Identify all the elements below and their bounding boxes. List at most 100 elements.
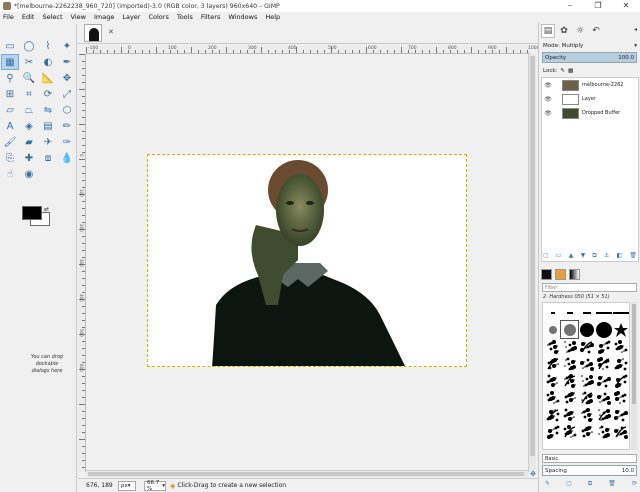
brush-preset[interactable]	[561, 372, 578, 389]
brush-grid[interactable]	[542, 302, 630, 450]
new-brush-icon[interactable]: ▢	[566, 480, 572, 488]
brush-preset[interactable]	[544, 338, 561, 355]
bucket-fill-icon[interactable]: ◈	[20, 118, 38, 134]
dodge-burn-icon[interactable]: ◉	[20, 166, 38, 182]
shear-icon[interactable]: ▱	[1, 102, 19, 118]
brush-preset[interactable]	[561, 355, 578, 372]
edit-brush-icon[interactable]: ✎	[545, 480, 550, 488]
zoom-select[interactable]: 66.7 % ▾	[144, 480, 166, 492]
opacity-value[interactable]: 100.0	[618, 55, 634, 61]
menu-select[interactable]: Select	[42, 13, 62, 21]
brush-preset[interactable]	[544, 321, 561, 338]
menu-windows[interactable]: Windows	[228, 13, 257, 21]
perspective-clone-icon[interactable]: ⧈	[39, 150, 57, 166]
cage-icon[interactable]: ⬡	[58, 102, 76, 118]
clone-icon[interactable]: ⎘	[1, 150, 19, 166]
layers-tab-icon[interactable]: ▤	[541, 24, 555, 38]
scissors-select-icon[interactable]: ✂	[20, 54, 38, 70]
paintbrush-icon[interactable]: 🖌	[1, 134, 19, 150]
color-picker-icon[interactable]: ⚲	[1, 70, 19, 86]
brush-preset[interactable]	[612, 321, 629, 338]
menu-colors[interactable]: Colors	[148, 13, 168, 21]
brush-preset[interactable]	[595, 304, 612, 321]
new-layer-icon[interactable]: ▢	[543, 252, 549, 260]
opacity-slider[interactable]: Opacity 100.0	[542, 52, 637, 63]
brush-preset[interactable]	[578, 338, 595, 355]
navigate-icon[interactable]: ✥	[528, 470, 538, 478]
move-icon[interactable]: ✥	[58, 70, 76, 86]
lock-alpha-icon[interactable]: ▩	[568, 68, 573, 74]
brush-preset[interactable]	[561, 338, 578, 355]
align-icon[interactable]: ⊞	[1, 86, 19, 102]
menu-view[interactable]: View	[71, 13, 86, 21]
brush-preset[interactable]	[560, 320, 579, 339]
brush-preset[interactable]	[578, 355, 595, 372]
close-button[interactable]: ✕	[612, 0, 640, 12]
lower-layer-icon[interactable]: ▼	[581, 252, 586, 260]
visibility-eye-icon[interactable]: 👁	[542, 110, 554, 117]
layer-name[interactable]: Layer	[582, 96, 596, 102]
image-tab-thumbnail[interactable]	[84, 24, 102, 42]
brush-preset[interactable]	[578, 321, 595, 338]
brush-preset[interactable]	[561, 423, 578, 440]
duplicate-brush-icon[interactable]: ⧉	[588, 480, 592, 488]
patterns-tab-icon[interactable]	[555, 268, 566, 280]
brush-preset[interactable]	[578, 423, 595, 440]
flip-icon[interactable]: ⇋	[39, 102, 57, 118]
layer-name[interactable]: Dropped Buffer	[582, 110, 620, 116]
blend-icon[interactable]: ▤	[39, 118, 57, 134]
rect-select-icon[interactable]: ▭	[1, 38, 19, 54]
swap-colors-icon[interactable]: ⇄	[44, 206, 49, 213]
brush-preset[interactable]	[612, 423, 629, 440]
layer-mask-icon[interactable]: ◧	[617, 252, 623, 260]
horizontal-ruler[interactable]: -100 0 100 200 300 400 500 600 700 800 900 1000	[86, 46, 539, 54]
vertical-scroll-thumb[interactable]	[530, 56, 535, 456]
perspective-icon[interactable]: ⏢	[20, 102, 38, 118]
maximize-button[interactable]: ❐	[584, 0, 612, 12]
canvas-area[interactable]	[87, 55, 528, 471]
brush-filter-input[interactable]: Filter	[542, 283, 637, 292]
brush-preset[interactable]	[595, 372, 612, 389]
refresh-brushes-icon[interactable]: ⟳	[632, 480, 637, 488]
brush-preset[interactable]	[578, 372, 595, 389]
brush-preset[interactable]	[544, 355, 561, 372]
undo-history-tab-icon[interactable]: ↶	[589, 24, 603, 38]
layer-row[interactable]: 👁 Dropped Buffer	[542, 106, 638, 120]
brush-preset[interactable]	[612, 355, 629, 372]
layer-name[interactable]: melbourne-2262	[582, 82, 623, 88]
brush-preset[interactable]	[544, 406, 561, 423]
brush-preset[interactable]	[595, 321, 612, 338]
rotate-icon[interactable]: ⟳	[39, 86, 57, 102]
gradients-tab-icon[interactable]	[569, 268, 580, 280]
minimize-button[interactable]: –	[556, 0, 584, 12]
duplicate-layer-icon[interactable]: ⧉	[592, 252, 596, 260]
menu-file[interactable]: File	[3, 13, 14, 21]
vertical-scrollbar[interactable]	[528, 54, 536, 472]
brush-preset[interactable]	[612, 406, 629, 423]
menu-tools[interactable]: Tools	[177, 13, 193, 21]
channels-tab-icon[interactable]: ✿	[557, 24, 571, 38]
scale-icon[interactable]: ⤢	[58, 86, 76, 102]
horizontal-scroll-thumb[interactable]	[88, 472, 524, 476]
crop-icon[interactable]: ⌗	[20, 86, 38, 102]
heal-icon[interactable]: ✚	[20, 150, 38, 166]
brush-preset[interactable]	[544, 423, 561, 440]
free-select-icon[interactable]: ⌇	[39, 38, 57, 54]
fuzzy-select-icon[interactable]: ✦	[58, 38, 76, 54]
anchor-layer-icon[interactable]: ⚓	[604, 252, 609, 260]
spacing-value[interactable]: 10.0	[622, 468, 634, 474]
paths-tab-icon[interactable]: ☼	[573, 24, 587, 38]
brush-preset-select[interactable]: Basic.	[542, 454, 637, 463]
brush-preset[interactable]	[561, 406, 578, 423]
menu-help[interactable]: Help	[265, 13, 280, 21]
brush-preset[interactable]	[578, 304, 595, 321]
smudge-icon[interactable]: ☝	[1, 166, 19, 182]
menu-filters[interactable]: Filters	[201, 13, 220, 21]
layer-row[interactable]: 👁 melbourne-2262	[542, 78, 638, 92]
brush-preset[interactable]	[612, 338, 629, 355]
mode-dropdown-icon[interactable]: ▾	[634, 43, 637, 49]
brush-preset[interactable]	[578, 389, 595, 406]
brush-preset[interactable]	[595, 389, 612, 406]
brushes-tab-icon[interactable]	[541, 268, 552, 280]
measure-icon[interactable]: 📐	[39, 70, 57, 86]
